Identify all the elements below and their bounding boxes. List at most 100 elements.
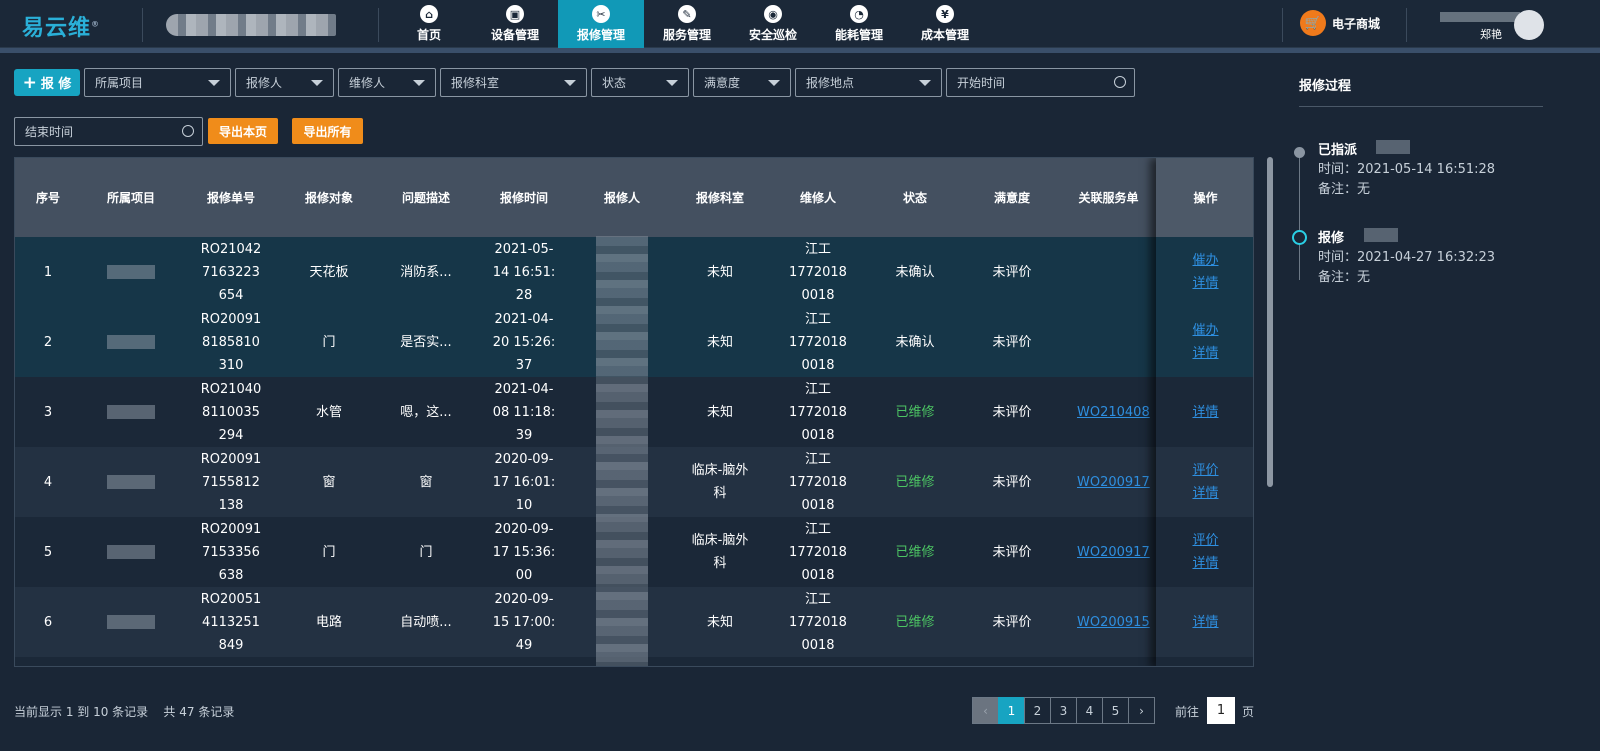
blurred-text bbox=[107, 545, 155, 559]
maintainer-select[interactable]: 维修人 bbox=[338, 68, 436, 97]
department: 临床-脑外 科 bbox=[691, 463, 749, 501]
repair-object: 天花板 bbox=[309, 264, 349, 280]
goto-page-input[interactable]: 1 bbox=[1207, 697, 1235, 724]
timeline-event-time: 时间：2021-04-27 16:32:23 bbox=[1318, 250, 1496, 265]
row-number: 1 bbox=[43, 264, 53, 280]
logo[interactable]: 易云维® bbox=[22, 10, 100, 42]
status-select[interactable]: 状态 bbox=[591, 68, 689, 97]
records-info: 当前显示 1 到 10 条记录 共 47 条记录 bbox=[14, 705, 235, 719]
page-button[interactable]: 4 bbox=[1076, 697, 1103, 724]
satisfaction-select[interactable]: 满意度 bbox=[693, 68, 791, 97]
nav-item[interactable]: ⌂ 首页 bbox=[386, 0, 472, 48]
blurred-text bbox=[107, 615, 155, 629]
export-all-button[interactable]: 导出所有 bbox=[292, 118, 363, 144]
scrollbar-thumb[interactable] bbox=[1267, 157, 1273, 487]
pagination: ‹ 1 2 3 4 5 › bbox=[972, 697, 1155, 724]
satisfaction: 未评价 bbox=[992, 614, 1032, 630]
status: 已维修 bbox=[895, 544, 935, 560]
department: 未知 bbox=[706, 334, 733, 350]
page-button[interactable]: 2 bbox=[1024, 697, 1051, 724]
next-page-button[interactable]: › bbox=[1128, 697, 1155, 724]
maintainer: 江工 1772018 0018 bbox=[789, 241, 847, 303]
column-header: 报修科室 bbox=[695, 190, 744, 205]
department: 未知 bbox=[706, 264, 733, 280]
top-bar: 易云维® ⌂ 首页 ▣ 设备管理 ✂ 报修管理 ✎ 服务管理 ◉ 安全巡检 ◔ 能耗管理 ¥ 成本管理 🛒… bbox=[0, 0, 1600, 48]
nav-item[interactable]: ◔ 能耗管理 bbox=[816, 0, 902, 48]
service-order-cell: WO210408 bbox=[1061, 377, 1156, 447]
status: 未确认 bbox=[895, 264, 935, 280]
repair-object: 水管 bbox=[315, 404, 342, 420]
cart-icon: 🛒 bbox=[1300, 10, 1326, 36]
column-header: 问题描述 bbox=[401, 190, 450, 205]
location-select[interactable]: 报修地点 bbox=[795, 68, 942, 97]
page-button[interactable]: 1 bbox=[998, 697, 1025, 724]
user-name: 郑艳 bbox=[1480, 28, 1502, 41]
device-icon: ▣ bbox=[506, 5, 524, 23]
repair-time: 2021-04- 08 11:18: 39 bbox=[492, 381, 556, 443]
order-number: RO20091 7155812 138 bbox=[200, 451, 262, 513]
clock-icon bbox=[1114, 76, 1126, 88]
timeline-event-note: 备注：无 bbox=[1318, 182, 1371, 197]
user-menu[interactable]: 郑艳 bbox=[1440, 8, 1550, 42]
table-scrollbar[interactable] bbox=[1266, 157, 1274, 667]
start-time-input[interactable]: 开始时间 bbox=[946, 68, 1135, 97]
chevron-down-icon bbox=[208, 80, 220, 86]
add-repair-button[interactable]: + 报 修 bbox=[14, 69, 80, 96]
divider bbox=[378, 8, 379, 42]
prev-page-button[interactable]: ‹ bbox=[972, 697, 999, 724]
repair-object: 门 bbox=[322, 544, 336, 560]
repair-object: 门 bbox=[322, 334, 336, 350]
plus-icon: + bbox=[22, 72, 37, 93]
service-order-link[interactable]: WO210408 bbox=[1077, 401, 1150, 424]
satisfaction: 未评价 bbox=[992, 264, 1032, 280]
page-button[interactable]: 3 bbox=[1050, 697, 1077, 724]
user-org-blurred bbox=[1440, 12, 1520, 22]
service-order-cell bbox=[1061, 307, 1156, 377]
chevron-down-icon bbox=[768, 80, 780, 86]
service-order-cell: WO200915 bbox=[1061, 587, 1156, 657]
timeline-event-title: 已指派 bbox=[1318, 143, 1358, 158]
column-header: 关联服务单 bbox=[1078, 190, 1139, 205]
department-select[interactable]: 报修科室 bbox=[440, 68, 587, 97]
nav-item[interactable]: ✂ 报修管理 bbox=[558, 0, 644, 48]
timeline-event-time: 时间：2021-05-14 16:51:28 bbox=[1318, 162, 1496, 177]
nav-label: 首页 bbox=[416, 28, 441, 42]
header-stripe bbox=[0, 48, 1600, 53]
nav-item[interactable]: ▣ 设备管理 bbox=[472, 0, 558, 48]
nav-label: 服务管理 bbox=[662, 28, 711, 42]
column-header: 状态 bbox=[902, 190, 927, 205]
goto-label: 前往 bbox=[1175, 705, 1200, 719]
divider bbox=[1282, 8, 1283, 42]
department: 临床-脑外 科 bbox=[691, 533, 749, 571]
service-order-link[interactable]: WO200915 bbox=[1077, 611, 1150, 634]
maintainer: 江工 1772018 0018 bbox=[789, 591, 847, 653]
column-header: 维修人 bbox=[799, 190, 836, 205]
home-icon: ⌂ bbox=[420, 5, 438, 23]
avatar[interactable] bbox=[1514, 10, 1544, 40]
page-button[interactable]: 5 bbox=[1102, 697, 1129, 724]
nav-label: 能耗管理 bbox=[834, 28, 883, 42]
project-select[interactable]: 所属项目 bbox=[84, 68, 231, 97]
main-nav: ⌂ 首页 ▣ 设备管理 ✂ 报修管理 ✎ 服务管理 ◉ 安全巡检 ◔ 能耗管理 ¥ 成本管理 bbox=[386, 0, 988, 48]
divider bbox=[1406, 8, 1407, 42]
order-number: RO20091 7153356 638 bbox=[200, 521, 262, 583]
problem-description: 消防系... bbox=[400, 264, 452, 280]
mall-label: 电子商城 bbox=[1332, 16, 1381, 31]
reporter-select[interactable]: 报修人 bbox=[235, 68, 334, 97]
nav-label: 报修管理 bbox=[576, 28, 625, 42]
service-order-link[interactable]: WO200917 bbox=[1077, 541, 1150, 564]
nav-item[interactable]: ◉ 安全巡检 bbox=[730, 0, 816, 48]
nav-item[interactable]: ✎ 服务管理 bbox=[644, 0, 730, 48]
end-time-input[interactable]: 结束时间 bbox=[14, 117, 203, 146]
export-page-button[interactable]: 导出本页 bbox=[208, 118, 278, 144]
problem-description: 自动喷... bbox=[400, 614, 452, 630]
row-number: 6 bbox=[43, 614, 53, 630]
row-number: 4 bbox=[43, 474, 53, 490]
repair-time: 2020-09- 15 17:00: 49 bbox=[492, 591, 556, 653]
problem-description: 窗 bbox=[419, 474, 433, 490]
maintainer: 江工 1772018 0018 bbox=[789, 451, 847, 513]
nav-item[interactable]: ¥ 成本管理 bbox=[902, 0, 988, 48]
service-order-link[interactable]: WO200917 bbox=[1077, 471, 1150, 494]
clock-icon bbox=[182, 125, 194, 137]
mall-link[interactable]: 🛒 电子商城 bbox=[1300, 10, 1380, 36]
